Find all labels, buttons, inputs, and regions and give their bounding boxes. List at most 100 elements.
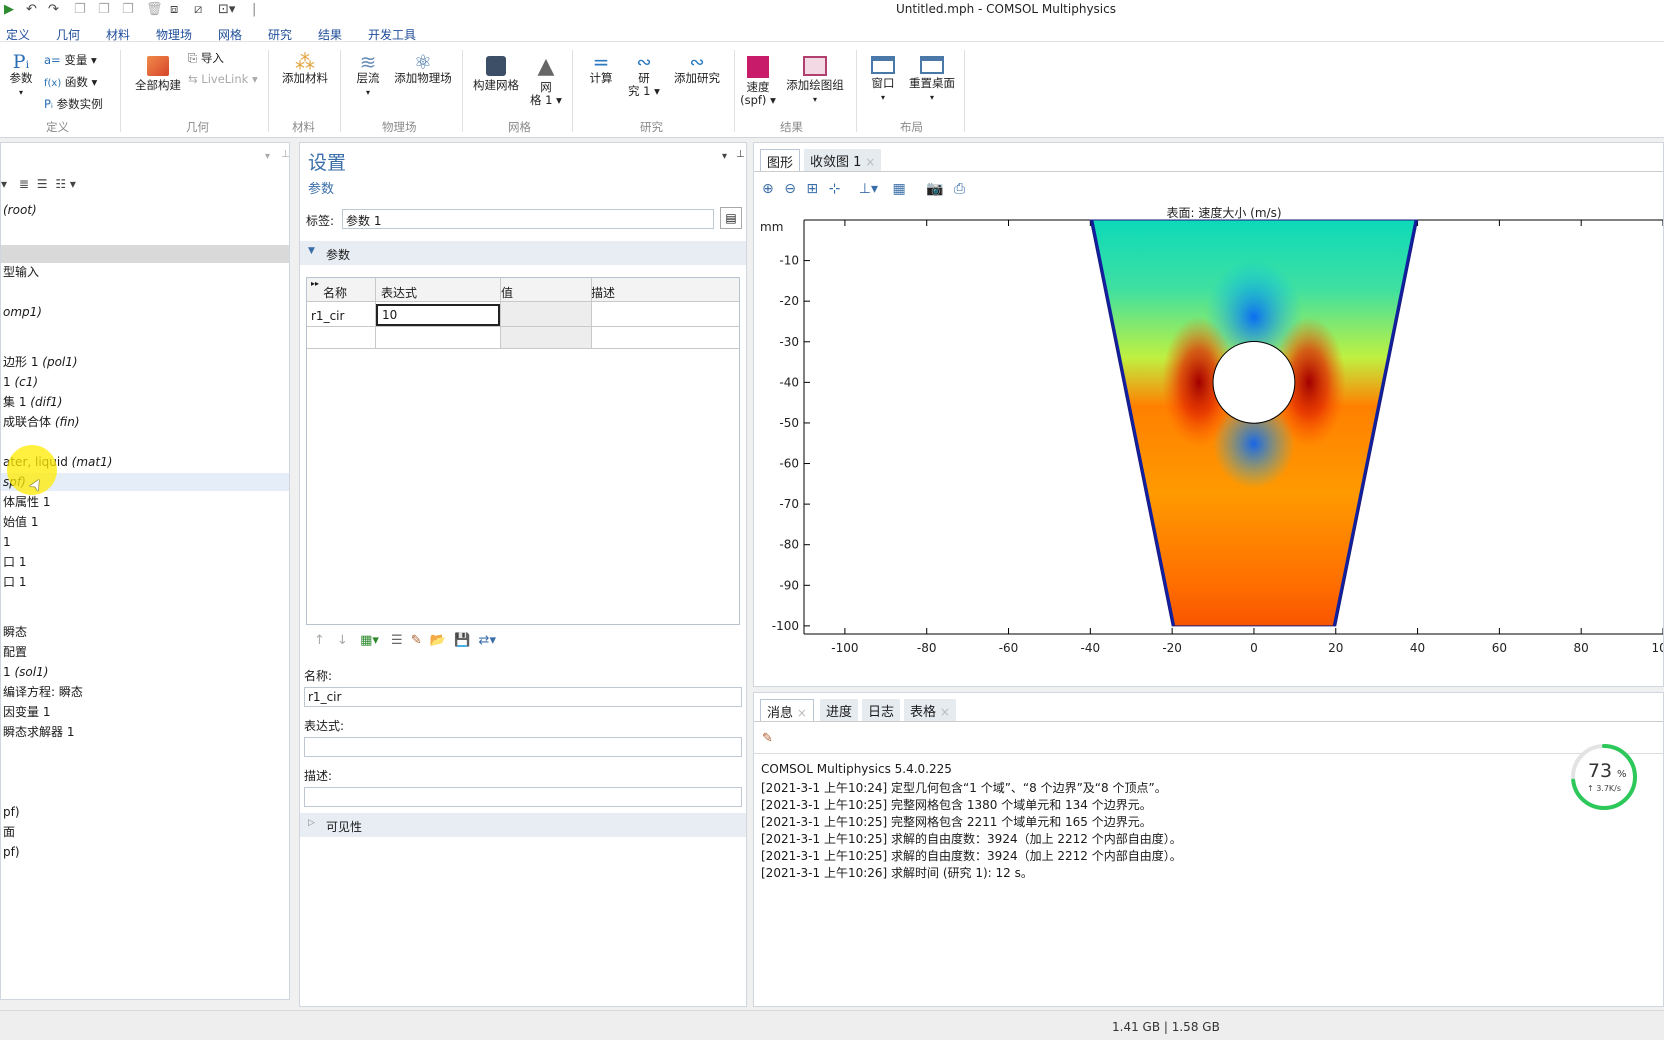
- menu-materials[interactable]: 材料: [106, 26, 130, 43]
- expand-all-icon[interactable]: ☰: [37, 177, 48, 191]
- close-icon[interactable]: ×: [797, 706, 807, 720]
- menu-physics[interactable]: 物理场: [156, 26, 192, 43]
- add-plot-group-button[interactable]: 添加绘图组 ▾: [782, 56, 848, 106]
- study1-button[interactable]: ∾ 研究 1 ▾: [626, 54, 662, 98]
- undo-icon[interactable]: ↶: [26, 2, 37, 17]
- print-icon[interactable]: ⎙: [954, 181, 965, 197]
- duplicate-icon[interactable]: ❐: [122, 2, 134, 17]
- dropdown-icon[interactable]: ▾: [1, 177, 7, 191]
- tree-node[interactable]: ater, liquid (mat1): [1, 453, 289, 471]
- paste-icon[interactable]: ❐: [98, 2, 110, 17]
- tree-node[interactable]: 1: [1, 533, 289, 551]
- tree-node[interactable]: 瞬态求解器 1: [1, 723, 289, 741]
- panel-menu-icon[interactable]: ▾: [265, 151, 270, 162]
- tab-convergence[interactable]: 收敛图 1 ×: [804, 149, 882, 171]
- reset-desktop-button[interactable]: 重置桌面 ▾: [906, 56, 958, 104]
- tab-messages[interactable]: 消息 ×: [760, 699, 814, 721]
- zoom-select-icon[interactable]: ⊡▾: [218, 2, 235, 17]
- velocity-surface-plot[interactable]: 表面: 速度大小 (m/s) mm -10 -20 -30 -40 -50 -60 -70 -…: [754, 203, 1663, 687]
- tree-node[interactable]: 集 1 (dif1): [1, 393, 289, 411]
- parameters-section-header[interactable]: ▼ 参数: [300, 241, 746, 265]
- pin-icon[interactable]: ⊥: [736, 149, 745, 160]
- delete-row-icon[interactable]: ☰: [391, 633, 403, 648]
- zoom-out-icon[interactable]: ⊖: [784, 181, 796, 197]
- livelink-button[interactable]: ⇆ LiveLink ▾: [188, 72, 258, 86]
- select-icon[interactable]: ⧈: [170, 2, 178, 17]
- menu-definitions[interactable]: 定义: [6, 26, 30, 43]
- add-study-button[interactable]: ∾ 添加研究: [668, 54, 726, 85]
- tree-node[interactable]: 型输入: [1, 263, 289, 281]
- visibility-section-header[interactable]: ▷ 可见性: [300, 813, 746, 837]
- variables-button[interactable]: a= 变量 ▾: [44, 52, 97, 68]
- menu-results[interactable]: 结果: [318, 26, 342, 43]
- close-icon[interactable]: ×: [865, 155, 875, 169]
- run-icon[interactable]: ▶: [4, 2, 14, 17]
- camera-icon[interactable]: 📷: [926, 181, 943, 197]
- tab-graphics[interactable]: 图形: [760, 149, 801, 171]
- zoom-box-icon[interactable]: ⊞: [806, 181, 818, 197]
- col-value[interactable]: 值: [501, 284, 513, 301]
- deselect-icon[interactable]: ⧄: [194, 2, 202, 17]
- clear-icon[interactable]: ✎: [411, 633, 422, 648]
- load-icon[interactable]: ⇄▾: [479, 633, 496, 648]
- param-name-cell[interactable]: r1_cir: [311, 309, 344, 323]
- clear-messages-icon[interactable]: ✎: [762, 731, 773, 746]
- menu-developer[interactable]: 开发工具: [368, 26, 416, 43]
- param-instance-button[interactable]: Pᵢ 参数实例: [44, 96, 103, 112]
- delete-icon[interactable]: 🗑: [146, 2, 163, 17]
- add-material-button[interactable]: ⁂ 添加材料: [278, 52, 332, 85]
- name-input[interactable]: r1_cir: [304, 687, 742, 707]
- functions-button[interactable]: f(x) 函数 ▾: [44, 74, 97, 90]
- tree-node[interactable]: pf): [1, 803, 289, 821]
- copy-icon[interactable]: ❐: [74, 2, 86, 17]
- move-down-icon[interactable]: ↓: [337, 633, 348, 648]
- tree-node[interactable]: 成联合体 (fin): [1, 413, 289, 431]
- expression-input[interactable]: [304, 737, 742, 757]
- tree-node[interactable]: [1, 245, 289, 263]
- tree-node[interactable]: 编译方程: 瞬态: [1, 683, 289, 701]
- tree-node[interactable]: 因变量 1: [1, 703, 289, 721]
- open-file-icon[interactable]: 📂: [430, 633, 446, 648]
- tree-node[interactable]: 面: [1, 823, 289, 841]
- save-icon[interactable]: 💾: [454, 633, 470, 648]
- mesh1-button[interactable]: ▲ 网格 1 ▾: [528, 56, 564, 107]
- tab-table[interactable]: 表格 ×: [904, 699, 956, 721]
- col-name[interactable]: 名称: [323, 284, 347, 301]
- menu-study[interactable]: 研究: [268, 26, 292, 43]
- redo-icon[interactable]: ↷: [48, 2, 59, 17]
- label-options-icon[interactable]: ▤: [720, 207, 742, 229]
- build-mesh-button[interactable]: 构建网格: [470, 56, 522, 92]
- velocity-plot-button[interactable]: 速度 (spf) ▾: [740, 56, 776, 107]
- grid-icon[interactable]: ▦: [892, 181, 905, 197]
- collapse-all-icon[interactable]: ≣: [19, 177, 29, 191]
- build-all-button[interactable]: 全部构建: [132, 56, 184, 92]
- parameters-button[interactable]: Pᵢ 参数 ▾: [8, 53, 34, 99]
- import-button[interactable]: ⎘ 导入: [188, 50, 224, 66]
- pin-icon[interactable]: ⊥: [281, 149, 290, 160]
- tree-node[interactable]: 边形 1 (pol1): [1, 353, 289, 371]
- axes-icon[interactable]: ⊥▾: [859, 181, 878, 197]
- windows-button[interactable]: 窗口 ▾: [866, 56, 900, 104]
- col-expression[interactable]: 表达式: [381, 284, 417, 301]
- tree-node[interactable]: 体属性 1: [1, 493, 289, 511]
- tree-node[interactable]: 口 1: [1, 573, 289, 591]
- tree-node[interactable]: (root): [1, 201, 289, 219]
- add-physics-button[interactable]: ⚛ 添加物理场: [390, 52, 456, 85]
- zoom-extents-icon[interactable]: ⊹: [829, 181, 841, 197]
- tab-log[interactable]: 日志: [862, 699, 901, 721]
- zoom-in-icon[interactable]: ⊕: [762, 181, 774, 197]
- tree-node[interactable]: 口 1: [1, 553, 289, 571]
- tree-node[interactable]: 瞬态: [1, 623, 289, 641]
- label-input[interactable]: 参数 1: [342, 209, 714, 229]
- compute-button[interactable]: = 计算: [586, 52, 616, 85]
- tree-node[interactable]: 始值 1: [1, 513, 289, 531]
- tree-node[interactable]: 1 (c1): [1, 373, 289, 391]
- param-expression-input[interactable]: 10: [376, 304, 500, 326]
- move-up-icon[interactable]: ↑: [314, 633, 325, 648]
- tab-progress[interactable]: 进度: [820, 699, 859, 721]
- col-description[interactable]: 描述: [591, 284, 615, 301]
- tree-node[interactable]: 1 (sol1): [1, 663, 289, 681]
- menu-mesh[interactable]: 网格: [218, 26, 242, 43]
- description-input[interactable]: [304, 787, 742, 807]
- show-icon[interactable]: ☷ ▾: [55, 177, 76, 191]
